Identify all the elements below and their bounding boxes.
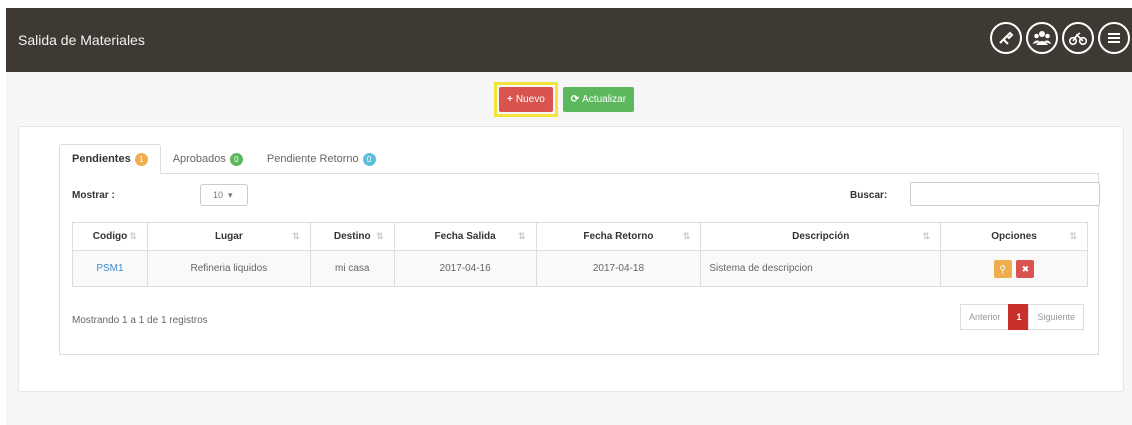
column-header-label: Lugar	[214, 231, 243, 242]
sort-icon: ⇅	[376, 231, 384, 241]
sort-icon: ⇅	[1069, 231, 1077, 241]
magnifier-icon: ⚲	[999, 263, 1006, 274]
sort-icon: ⇅	[292, 231, 300, 241]
tab-count-badge: 0	[362, 152, 376, 166]
show-entries-value: 10	[213, 190, 224, 200]
new-button-highlight: + Nuevo	[494, 82, 558, 117]
wrench-circle-icon[interactable]	[990, 22, 1022, 54]
users-circle-icon[interactable]	[1026, 22, 1058, 54]
table-row: PSM1 Refineria liquidos mi casa 2017-04-…	[72, 250, 1088, 287]
chevron-down-icon: ▾	[225, 190, 233, 200]
action-toolbar: + Nuevo ⟳ Actualizar	[494, 82, 635, 117]
tab-pendiente-retorno[interactable]: Pendiente Retorno 0	[255, 144, 388, 174]
plus-icon: +	[507, 94, 513, 105]
menu-circle-icon[interactable]	[1098, 22, 1130, 54]
next-page-button[interactable]: Siguiente	[1028, 304, 1084, 330]
main-content: + Nuevo ⟳ Actualizar Pendientes 1 Aproba…	[6, 72, 1132, 425]
cell-destino: mi casa	[309, 250, 395, 287]
column-header-label: Fecha Retorno	[583, 231, 654, 242]
cell-lugar: Refineria liquidos	[146, 250, 311, 287]
column-header-codigo[interactable]: Codigo ⇅	[72, 222, 148, 251]
refresh-button-label: Actualizar	[582, 94, 627, 105]
show-entries-label: Mostrar :	[72, 190, 115, 201]
materials-panel: Pendientes 1 Aprobados 0 Pendiente Retor…	[18, 126, 1124, 392]
cell-opciones: ⚲ ✖	[940, 250, 1088, 287]
column-header-fecha-salida[interactable]: Fecha Salida ⇅	[393, 222, 537, 251]
hamburger-icon	[1108, 33, 1120, 43]
sort-icon: ⇅	[922, 231, 931, 241]
tab-label: Pendientes	[72, 153, 131, 165]
cell-descripcion: Sistema de descripcion	[700, 250, 942, 287]
page-1-button[interactable]: 1	[1008, 304, 1030, 330]
delete-button[interactable]: ✖	[1016, 259, 1035, 278]
prev-page-button[interactable]: Anterior	[959, 304, 1010, 330]
pagination: Anterior 1 Siguiente	[959, 304, 1084, 330]
codigo-link[interactable]: PSM1	[96, 263, 123, 274]
status-tabs: Pendientes 1 Aprobados 0 Pendiente Retor…	[59, 144, 388, 174]
column-header-destino[interactable]: Destino ⇅	[309, 222, 395, 251]
table-info: Mostrando 1 a 1 de 1 registros	[72, 315, 208, 326]
cell-codigo: PSM1	[72, 250, 148, 287]
tab-aprobados[interactable]: Aprobados 0	[161, 144, 255, 174]
column-header-label: Destino	[333, 231, 371, 242]
new-button[interactable]: + Nuevo	[499, 87, 553, 112]
header-icons	[990, 22, 1130, 54]
show-entries-select[interactable]: 10 ▾	[200, 184, 248, 206]
column-header-label: Fecha Salida	[434, 231, 496, 242]
column-header-lugar[interactable]: Lugar ⇅	[146, 222, 311, 251]
search-label: Buscar:	[850, 190, 888, 201]
bicycle-icon	[1068, 32, 1088, 46]
refresh-button[interactable]: ⟳ Actualizar	[562, 87, 635, 112]
materials-table: Codigo ⇅ Lugar ⇅ Destino ⇅ Fecha Salida ⇅ Fe…	[72, 222, 1088, 287]
users-icon	[1032, 31, 1052, 45]
search-input[interactable]	[910, 182, 1100, 206]
new-button-label: Nuevo	[515, 94, 545, 105]
tab-count-badge: 1	[134, 152, 148, 166]
tab-count-badge: 0	[229, 152, 243, 166]
tab-content: Mostrar : 10 ▾ Buscar: Codigo ⇅ Lugar ⇅ De…	[59, 173, 1100, 355]
column-header-opciones[interactable]: Opciones ⇅	[940, 222, 1088, 251]
tab-label: Aprobados	[172, 153, 226, 165]
refresh-icon: ⟳	[570, 94, 580, 105]
tab-label: Pendiente Retorno	[266, 153, 359, 165]
column-header-label: Codigo	[92, 231, 128, 242]
bicycle-circle-icon[interactable]	[1062, 22, 1094, 54]
cell-fecha-salida: 2017-04-16	[393, 250, 537, 287]
close-icon: ✖	[1021, 263, 1030, 274]
column-header-label: Opciones	[991, 231, 1037, 242]
cell-fecha-retorno: 2017-04-18	[535, 250, 702, 287]
column-header-label: Descripción	[792, 231, 850, 242]
view-button[interactable]: ⚲	[993, 259, 1012, 278]
table-header-row: Codigo ⇅ Lugar ⇅ Destino ⇅ Fecha Salida ⇅ Fe…	[72, 222, 1088, 251]
sort-icon: ⇅	[517, 231, 526, 241]
column-header-fecha-retorno[interactable]: Fecha Retorno ⇅	[535, 222, 702, 251]
column-header-descripcion[interactable]: Descripción ⇅	[700, 222, 942, 251]
top-bar: Salida de Materiales	[6, 8, 1132, 72]
tab-pendientes[interactable]: Pendientes 1	[59, 144, 161, 174]
sort-icon: ⇅	[682, 231, 691, 241]
sort-icon: ⇅	[129, 231, 137, 241]
app-title: Salida de Materiales	[18, 32, 145, 48]
wrench-icon	[999, 31, 1014, 45]
